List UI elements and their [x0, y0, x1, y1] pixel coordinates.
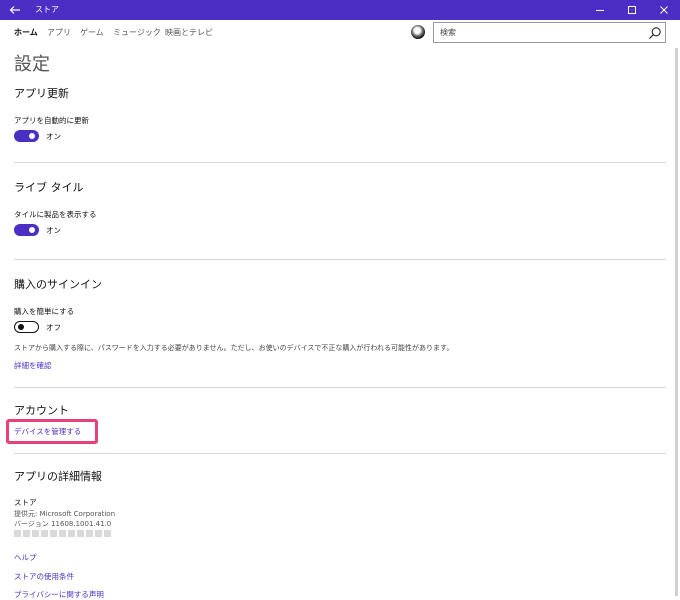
- title-bar: ストア: [0, 0, 680, 20]
- auto-update-toggle[interactable]: [14, 130, 39, 142]
- maximize-button[interactable]: [616, 0, 648, 20]
- close-icon: [660, 6, 668, 14]
- toggle-knob: [18, 323, 24, 330]
- help-link[interactable]: ヘルプ: [14, 552, 37, 563]
- search-input[interactable]: [434, 23, 644, 42]
- app-publisher: 提供元: Microsoft Corporation: [14, 510, 116, 518]
- search-box[interactable]: [433, 22, 666, 43]
- purchase-easy-toggle[interactable]: [14, 321, 39, 333]
- section-title-purchase-signin: 購入のサインイン: [14, 278, 102, 291]
- search-icon[interactable]: [648, 26, 662, 40]
- maximize-icon: [628, 6, 636, 14]
- avatar[interactable]: [411, 25, 425, 39]
- live-tile-label: タイルに製品を表示する: [14, 210, 97, 219]
- manage-devices-link[interactable]: デバイスを管理する: [14, 426, 81, 437]
- section-title-account: アカウント: [14, 404, 69, 417]
- purchase-easy-label: 購入を簡単にする: [14, 307, 75, 316]
- tab-apps[interactable]: アプリ: [47, 27, 71, 38]
- tab-games[interactable]: ゲーム: [80, 27, 104, 38]
- section-divider: [14, 259, 666, 260]
- tab-music[interactable]: ミュージック: [113, 27, 161, 38]
- section-divider: [14, 387, 666, 388]
- section-divider: [14, 162, 666, 163]
- close-button[interactable]: [648, 0, 680, 20]
- privacy-link[interactable]: プライバシーに関する声明: [14, 589, 104, 600]
- purchase-description: ストアから購入する際に、パスワードを入力する必要がありません。ただし、お使いのデ…: [14, 344, 454, 352]
- learn-more-link[interactable]: 詳細を確認: [14, 360, 52, 371]
- back-button[interactable]: [0, 0, 30, 20]
- scrollbar[interactable]: [675, 48, 678, 596]
- minimize-icon: [596, 10, 604, 11]
- back-arrow-icon: [9, 6, 20, 14]
- toggle-knob: [29, 227, 35, 233]
- tab-home[interactable]: ホーム: [14, 27, 38, 38]
- auto-update-state: オン: [46, 132, 61, 141]
- section-title-app-updates: アプリ更新: [14, 87, 69, 100]
- auto-update-label: アプリを自動的に更新: [14, 116, 89, 125]
- window-title: ストア: [35, 5, 59, 14]
- section-title-live-tile: ライブ タイル: [14, 181, 84, 194]
- app-name: ストア: [14, 498, 37, 507]
- purchase-easy-state: オフ: [46, 323, 61, 332]
- section-title-app-info: アプリの詳細情報: [14, 470, 102, 483]
- page-title: 設定: [14, 54, 50, 75]
- tab-movies-tv[interactable]: 映画とテレビ: [165, 27, 213, 38]
- live-tile-toggle[interactable]: [14, 224, 39, 236]
- live-tile-state: オン: [46, 226, 61, 235]
- app-version: バージョン 11608.1001.41.0: [14, 520, 112, 528]
- minimize-button[interactable]: [584, 0, 616, 20]
- terms-link[interactable]: ストアの使用条件: [14, 571, 74, 582]
- blurred-info: [14, 530, 111, 539]
- toggle-knob: [29, 133, 35, 139]
- section-divider: [14, 453, 666, 454]
